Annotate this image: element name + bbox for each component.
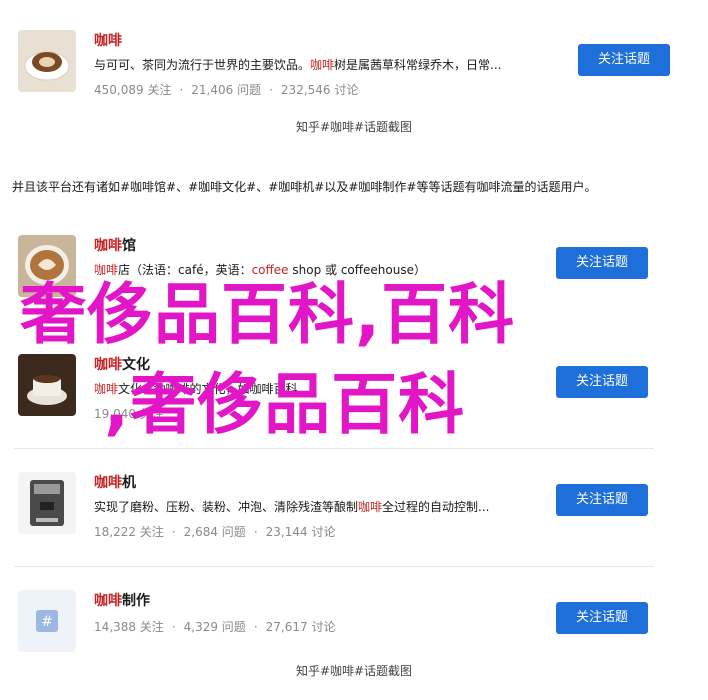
followers-count: 18,222 关注: [94, 525, 164, 539]
topic-title-highlight: 咖啡: [94, 33, 122, 49]
follow-topic-button[interactable]: 关注话题: [578, 44, 670, 76]
topic-title[interactable]: 咖啡: [94, 30, 122, 50]
topic-title-rest: 制作: [122, 593, 150, 609]
watermark-line-2: ,奢侈品百科: [104, 366, 466, 443]
divider: [14, 448, 654, 449]
topic-stats: 18,222 关注 · 2,684 问题 · 23,144 讨论: [94, 525, 336, 539]
topic-title-rest: 馆: [122, 238, 136, 254]
desc-highlight: coffee: [251, 263, 289, 277]
topic-title-highlight: 咖啡: [94, 238, 122, 254]
topic-card-coffee-machine: 咖啡机 实现了磨粉、压粉、装粉、冲泡、清除残渣等酿制咖啡全过程的自动控制... …: [14, 470, 654, 570]
body-paragraph: 并且该平台还有诸如#咖啡馆#、#咖啡文化#、#咖啡机#以及#咖啡制作#等等话题有…: [12, 180, 597, 194]
questions-count: 4,329 问题: [183, 620, 246, 634]
topic-title-highlight: 咖啡: [94, 475, 122, 491]
desc-highlight: 咖啡: [358, 500, 383, 514]
topic-stats: 14,388 关注 · 4,329 问题 · 27,617 讨论: [94, 620, 336, 634]
topic-title[interactable]: 咖啡机: [94, 472, 136, 492]
topic-stats: 450,089 关注 · 21,406 问题 · 232,546 讨论: [94, 83, 359, 97]
screenshot-caption: 知乎#咖啡#话题截图: [295, 120, 413, 134]
topic-card-coffee: 咖啡 与可可、茶同为流行于世界的主要饮品。咖啡树是属茜草科常绿乔木，日常... …: [14, 28, 670, 128]
topic-title-highlight: 咖啡: [94, 593, 122, 609]
discussions-count: 27,617 讨论: [265, 620, 336, 634]
topic-description: 实现了磨粉、压粉、装粉、冲泡、清除残渣等酿制咖啡全过程的自动控制...: [94, 498, 489, 515]
desc-text: 全过程的自动控制...: [382, 500, 490, 514]
discussions-count: 232,546 讨论: [280, 83, 359, 97]
follow-topic-button[interactable]: 关注话题: [556, 602, 648, 634]
followers-count: 14,388 关注: [94, 620, 164, 634]
follow-topic-button[interactable]: 关注话题: [556, 366, 648, 398]
followers-count: 450,089 关注: [94, 83, 172, 97]
questions-count: 2,684 问题: [183, 525, 246, 539]
hashtag-placeholder-icon[interactable]: #: [18, 590, 76, 652]
follow-topic-button[interactable]: 关注话题: [556, 247, 648, 279]
desc-text: shop 或 coffeehouse）: [288, 263, 426, 277]
topic-title[interactable]: 咖啡馆: [94, 235, 136, 255]
discussions-count: 23,144 讨论: [265, 525, 336, 539]
espresso-machine-thumbnail[interactable]: [18, 472, 76, 534]
desc-text: 树是属茜草科常绿乔木，日常...: [334, 58, 502, 72]
desc-text: 与可可、茶同为流行于世界的主要饮品。: [94, 58, 311, 72]
topic-title-rest: 机: [122, 475, 136, 491]
watermark-line-1: 奢侈品百科,百科: [20, 276, 516, 353]
topic-description: 与可可、茶同为流行于世界的主要饮品。咖啡树是属茜草科常绿乔木，日常...: [94, 56, 501, 73]
svg-text:#: #: [41, 614, 53, 630]
divider: [14, 566, 654, 567]
desc-highlight: 咖啡: [310, 58, 335, 72]
coffee-cup-thumbnail[interactable]: [18, 30, 76, 92]
desc-highlight: 咖啡: [94, 263, 119, 277]
screenshot-caption: 知乎#咖啡#话题截图: [295, 664, 413, 678]
questions-count: 21,406 问题: [191, 83, 262, 97]
follow-topic-button[interactable]: 关注话题: [556, 484, 648, 516]
coffee-culture-thumbnail[interactable]: [18, 354, 76, 416]
desc-text: 店（法语：café，英语：: [118, 263, 252, 277]
desc-text: 实现了磨粉、压粉、装粉、冲泡、清除残渣等酿制: [94, 500, 359, 514]
topic-title[interactable]: 咖啡制作: [94, 590, 150, 610]
